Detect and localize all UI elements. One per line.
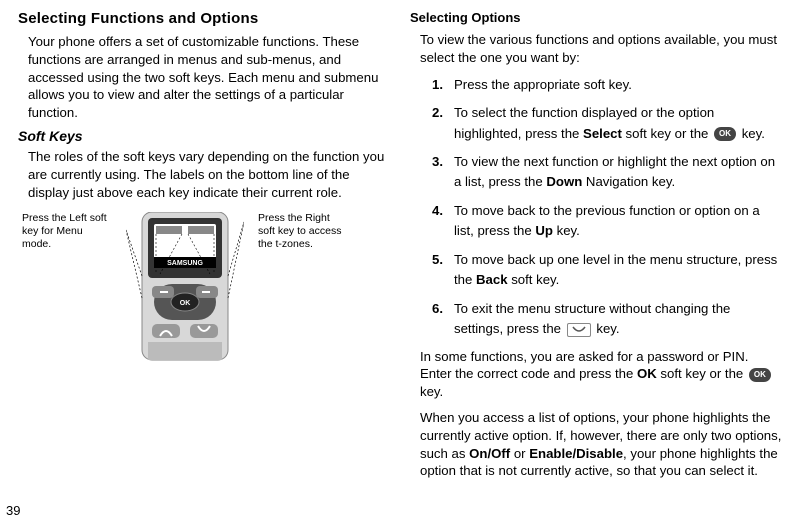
bold-segment: Up	[535, 223, 553, 238]
list-number: 3.	[432, 152, 454, 193]
list-number: 6.	[432, 299, 454, 340]
list-item: 2. To select the function displayed or t…	[432, 103, 783, 144]
bold-segment: Down	[546, 174, 582, 189]
list-item: 5. To move back up one level in the menu…	[432, 250, 783, 291]
list-text: To exit the menu structure without chang…	[454, 299, 783, 340]
text-segment: soft key or the	[622, 126, 712, 141]
intro-paragraph: Your phone offers a set of customizable …	[28, 33, 386, 122]
svg-text:OK: OK	[180, 300, 191, 307]
page-number: 39	[6, 503, 20, 518]
options-intro: To view the various functions and option…	[420, 31, 783, 67]
text-segment: key.	[738, 126, 765, 141]
list-number: 1.	[432, 75, 454, 95]
text-segment: or	[510, 446, 529, 461]
text-segment: soft key or the	[657, 366, 747, 381]
closing-paragraph-2: When you access a list of options, your …	[420, 409, 783, 480]
list-item: 6. To exit the menu structure without ch…	[432, 299, 783, 340]
list-number: 2.	[432, 103, 454, 144]
list-text: To move back to the previous function or…	[454, 201, 783, 242]
text-segment: key.	[593, 321, 620, 336]
list-text: To move back up one level in the menu st…	[454, 250, 783, 291]
text-segment: key.	[420, 384, 443, 399]
main-heading: Selecting Functions and Options	[18, 10, 386, 27]
caption-right: Press the Right soft key to access the t…	[258, 212, 348, 251]
list-text: Press the appropriate soft key.	[454, 75, 783, 95]
list-text: To view the next function or highlight t…	[454, 152, 783, 193]
bold-segment: Select	[583, 126, 622, 141]
text-segment: Navigation key.	[582, 174, 675, 189]
list-item: 1. Press the appropriate soft key.	[432, 75, 783, 95]
list-item: 4. To move back to the previous function…	[432, 201, 783, 242]
ok-icon: OK	[749, 368, 771, 382]
caption-left: Press the Left soft key for Menu mode.	[22, 212, 112, 251]
text-segment: soft key.	[508, 272, 560, 287]
phone-diagram: Press the Left soft key for Menu mode. S…	[18, 212, 386, 362]
heading-selecting-options: Selecting Options	[410, 10, 783, 25]
sub-heading-softkeys: Soft Keys	[18, 128, 386, 144]
softkeys-paragraph: The roles of the soft keys vary dependin…	[28, 148, 386, 201]
text-segment: To move back to the previous function or…	[454, 203, 760, 238]
bold-segment: On/Off	[469, 446, 510, 461]
ok-icon: OK	[714, 127, 736, 141]
list-text: To select the function displayed or the …	[454, 103, 783, 144]
closing-paragraph-1: In some functions, you are asked for a p…	[420, 348, 783, 401]
bold-segment: Enable/Disable	[529, 446, 623, 461]
text-segment: key.	[553, 223, 580, 238]
phone-illustration: SAMSUNG OK	[120, 212, 250, 362]
list-number: 4.	[432, 201, 454, 242]
list-item: 3. To view the next function or highligh…	[432, 152, 783, 193]
svg-text:SAMSUNG: SAMSUNG	[167, 260, 203, 267]
bold-segment: OK	[637, 366, 657, 381]
end-key-icon	[567, 323, 591, 337]
bold-segment: Back	[476, 272, 508, 287]
phone-icon: SAMSUNG OK	[126, 212, 244, 362]
list-number: 5.	[432, 250, 454, 291]
